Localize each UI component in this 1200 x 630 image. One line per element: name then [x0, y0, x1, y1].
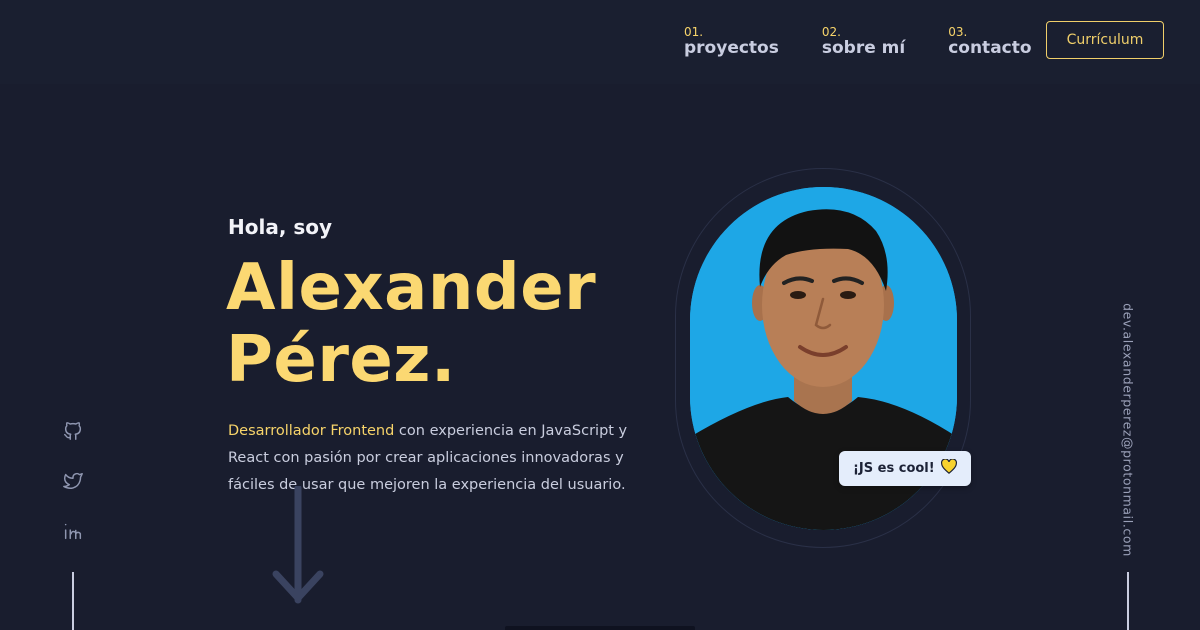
name-first: Alexander [226, 251, 597, 325]
badge-text: ¡JS es cool! [853, 461, 935, 476]
nav-number: 03. [948, 25, 968, 39]
js-cool-badge: ¡JS es cool! [839, 451, 971, 486]
nav-item-proyectos[interactable]: 01. proyectos [684, 26, 779, 57]
right-vertical-line [1127, 572, 1129, 630]
nav-label: proyectos [684, 38, 779, 58]
left-vertical-line [72, 572, 74, 630]
name-last: Pérez. [226, 323, 456, 397]
email-link[interactable]: dev.alexanderperez@protonmail.com [1121, 303, 1136, 557]
greeting-text: Hola, soy [228, 215, 333, 239]
nav-item-contacto[interactable]: 03. contacto [948, 26, 1031, 57]
nav-number: 01. [684, 25, 704, 39]
scroll-down-arrow-icon[interactable] [270, 484, 326, 612]
linkedin-icon[interactable] [62, 520, 84, 542]
twitter-icon[interactable] [62, 470, 84, 492]
yellow-heart-icon [940, 458, 957, 478]
hero-name: Alexander Pérez. [226, 252, 646, 396]
nav-label: contacto [948, 38, 1032, 58]
bottom-scroll-bar [505, 626, 695, 630]
nav-label: sobre mí [821, 38, 906, 58]
role-highlight: Desarrollador Frontend [228, 423, 395, 439]
github-icon[interactable] [62, 420, 84, 442]
nav-number: 02. [821, 25, 841, 39]
resume-button[interactable]: Currículum [1046, 21, 1164, 59]
main-nav: 01. proyectos 02. sobre mí 03. contacto [684, 26, 1032, 57]
nav-item-sobre-mi[interactable]: 02. sobre mí [822, 26, 905, 57]
